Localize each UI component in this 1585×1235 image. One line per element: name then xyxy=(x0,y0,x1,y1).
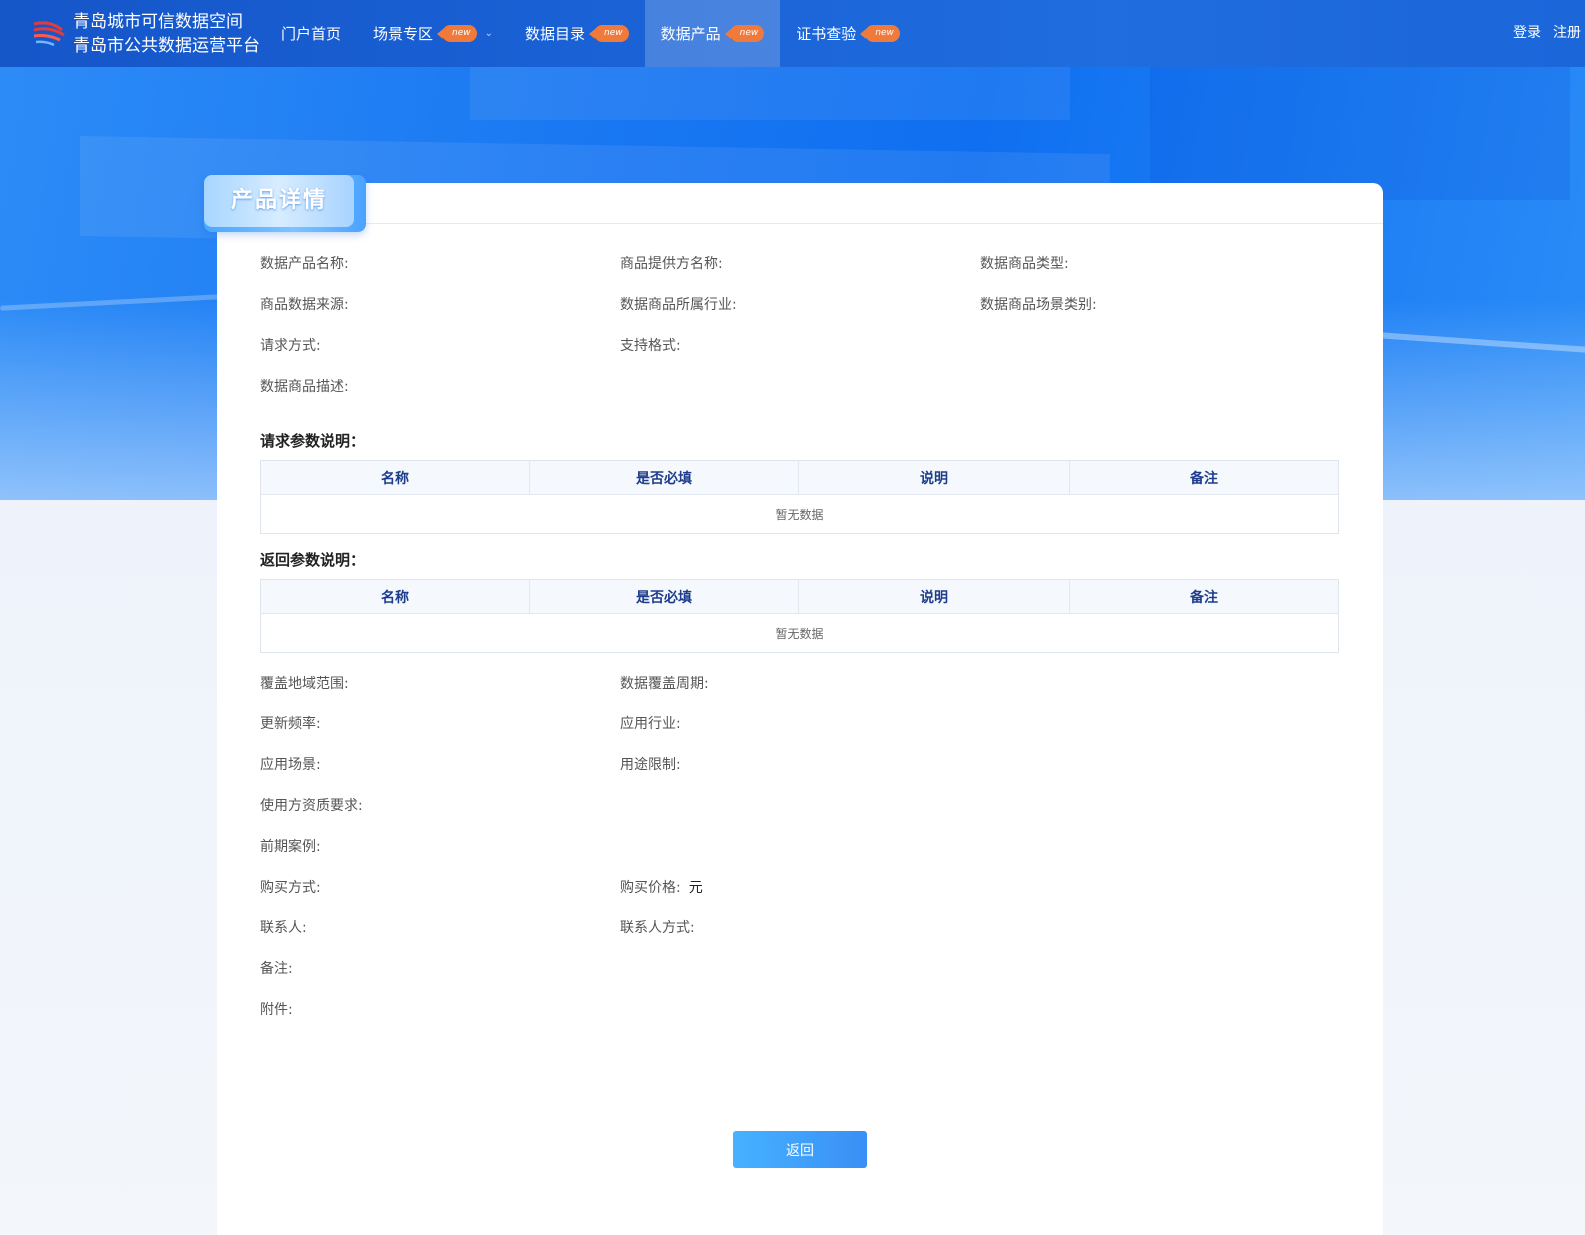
field-purchase-price: 购买价格: 元 xyxy=(620,877,703,897)
column-header: 备注 xyxy=(1069,579,1339,614)
new-badge: new xyxy=(860,25,900,42)
purchase-price-label: 购买价格: xyxy=(620,880,681,896)
nav-item-scenes[interactable]: 场景专区 new ⌄ xyxy=(357,0,509,67)
field-scene-category: 数据商品场景类别: xyxy=(980,297,1097,313)
empty-text: 暂无数据 xyxy=(775,626,824,641)
column-header: 说明 xyxy=(798,460,1070,495)
field-product-name: 数据产品名称: xyxy=(260,256,349,272)
request-params-table: 名称 是否必填 说明 备注 暂无数据 xyxy=(260,460,1339,534)
new-badge: new xyxy=(724,25,765,42)
login-link[interactable]: 登录 xyxy=(1513,22,1541,42)
field-remark: 备注: xyxy=(260,961,293,977)
auth-links: 登录 注册 xyxy=(1513,22,1581,42)
field-industry: 数据商品所属行业: xyxy=(620,297,737,313)
detail-card xyxy=(217,183,1383,1235)
field-data-source: 商品数据来源: xyxy=(260,297,349,313)
nav-item-products[interactable]: 数据产品 new xyxy=(644,0,781,67)
field-usage-limit: 用途限制: xyxy=(620,757,681,773)
nav-item-label: 证书查验 xyxy=(796,25,857,43)
table-header-row: 名称 是否必填 说明 备注 xyxy=(260,460,1339,495)
field-coverage-region: 覆盖地域范围: xyxy=(260,676,349,692)
new-badge: new xyxy=(589,25,629,42)
brand-line-1: 青岛城市可信数据空间 xyxy=(73,12,243,32)
nav-item-label: 数据产品 xyxy=(660,25,721,43)
column-header: 是否必填 xyxy=(529,460,799,495)
field-provider-name: 商品提供方名称: xyxy=(620,256,723,272)
column-header: 说明 xyxy=(798,579,1070,614)
brand-line-2: 青岛市公共数据运营平台 xyxy=(73,36,260,56)
chevron-down-icon: ⌄ xyxy=(484,28,494,39)
column-header: 名称 xyxy=(260,460,530,495)
table-row: 暂无数据 xyxy=(261,614,1339,653)
nav-item-label: 门户首页 xyxy=(281,25,342,43)
page-title: 产品详情 xyxy=(204,175,354,227)
card-header-divider xyxy=(217,223,1383,224)
field-attachment: 附件: xyxy=(260,1002,293,1018)
field-previous-cases: 前期案例: xyxy=(260,839,321,855)
nav-item-label: 数据目录 xyxy=(525,25,586,43)
table-header-row: 名称 是否必填 说明 备注 xyxy=(260,579,1339,614)
nav-item-home[interactable]: 门户首页 xyxy=(265,0,357,67)
field-applied-industry: 应用行业: xyxy=(620,716,681,732)
column-header: 名称 xyxy=(260,579,530,614)
page-title-tab: 产品详情 xyxy=(204,175,366,232)
field-contact: 联系人: xyxy=(260,920,307,936)
main-nav: 门户首页 场景专区 new ⌄ 数据目录 new 数据产品 new 证书查验 n… xyxy=(265,0,916,67)
field-applied-scene: 应用场景: xyxy=(260,757,321,773)
field-contact-method: 联系人方式: xyxy=(620,920,695,936)
field-description: 数据商品描述: xyxy=(260,379,349,395)
field-supported-format: 支持格式: xyxy=(620,338,681,354)
response-params-table: 名称 是否必填 说明 备注 暂无数据 xyxy=(260,579,1339,653)
top-navbar: 青岛城市可信数据空间 青岛市公共数据运营平台 门户首页 场景专区 new ⌄ 数… xyxy=(0,0,1585,67)
response-params-title: 返回参数说明： xyxy=(260,551,366,569)
register-link[interactable]: 注册 xyxy=(1553,22,1581,42)
field-update-frequency: 更新频率: xyxy=(260,716,321,732)
nav-item-label: 场景专区 xyxy=(373,25,434,43)
column-header: 备注 xyxy=(1069,460,1339,495)
field-purchase-method: 购买方式: xyxy=(260,880,321,896)
nav-item-certificate[interactable]: 证书查验 new xyxy=(780,0,916,67)
field-coverage-period: 数据覆盖周期: xyxy=(620,676,709,692)
request-params-title: 请求参数说明： xyxy=(260,432,366,450)
table-row: 暂无数据 xyxy=(261,495,1339,534)
field-request-method: 请求方式: xyxy=(260,338,321,354)
column-header: 是否必填 xyxy=(529,579,799,614)
field-user-qualification: 使用方资质要求: xyxy=(260,798,363,814)
back-button[interactable]: 返回 xyxy=(733,1131,867,1168)
price-unit: 元 xyxy=(688,880,703,896)
logo-icon xyxy=(33,21,65,47)
new-badge: new xyxy=(437,25,477,42)
field-goods-type: 数据商品类型: xyxy=(980,256,1069,272)
brand-title[interactable]: 青岛城市可信数据空间 青岛市公共数据运营平台 xyxy=(73,10,260,58)
empty-text: 暂无数据 xyxy=(775,507,824,522)
nav-item-catalog[interactable]: 数据目录 new xyxy=(509,0,645,67)
